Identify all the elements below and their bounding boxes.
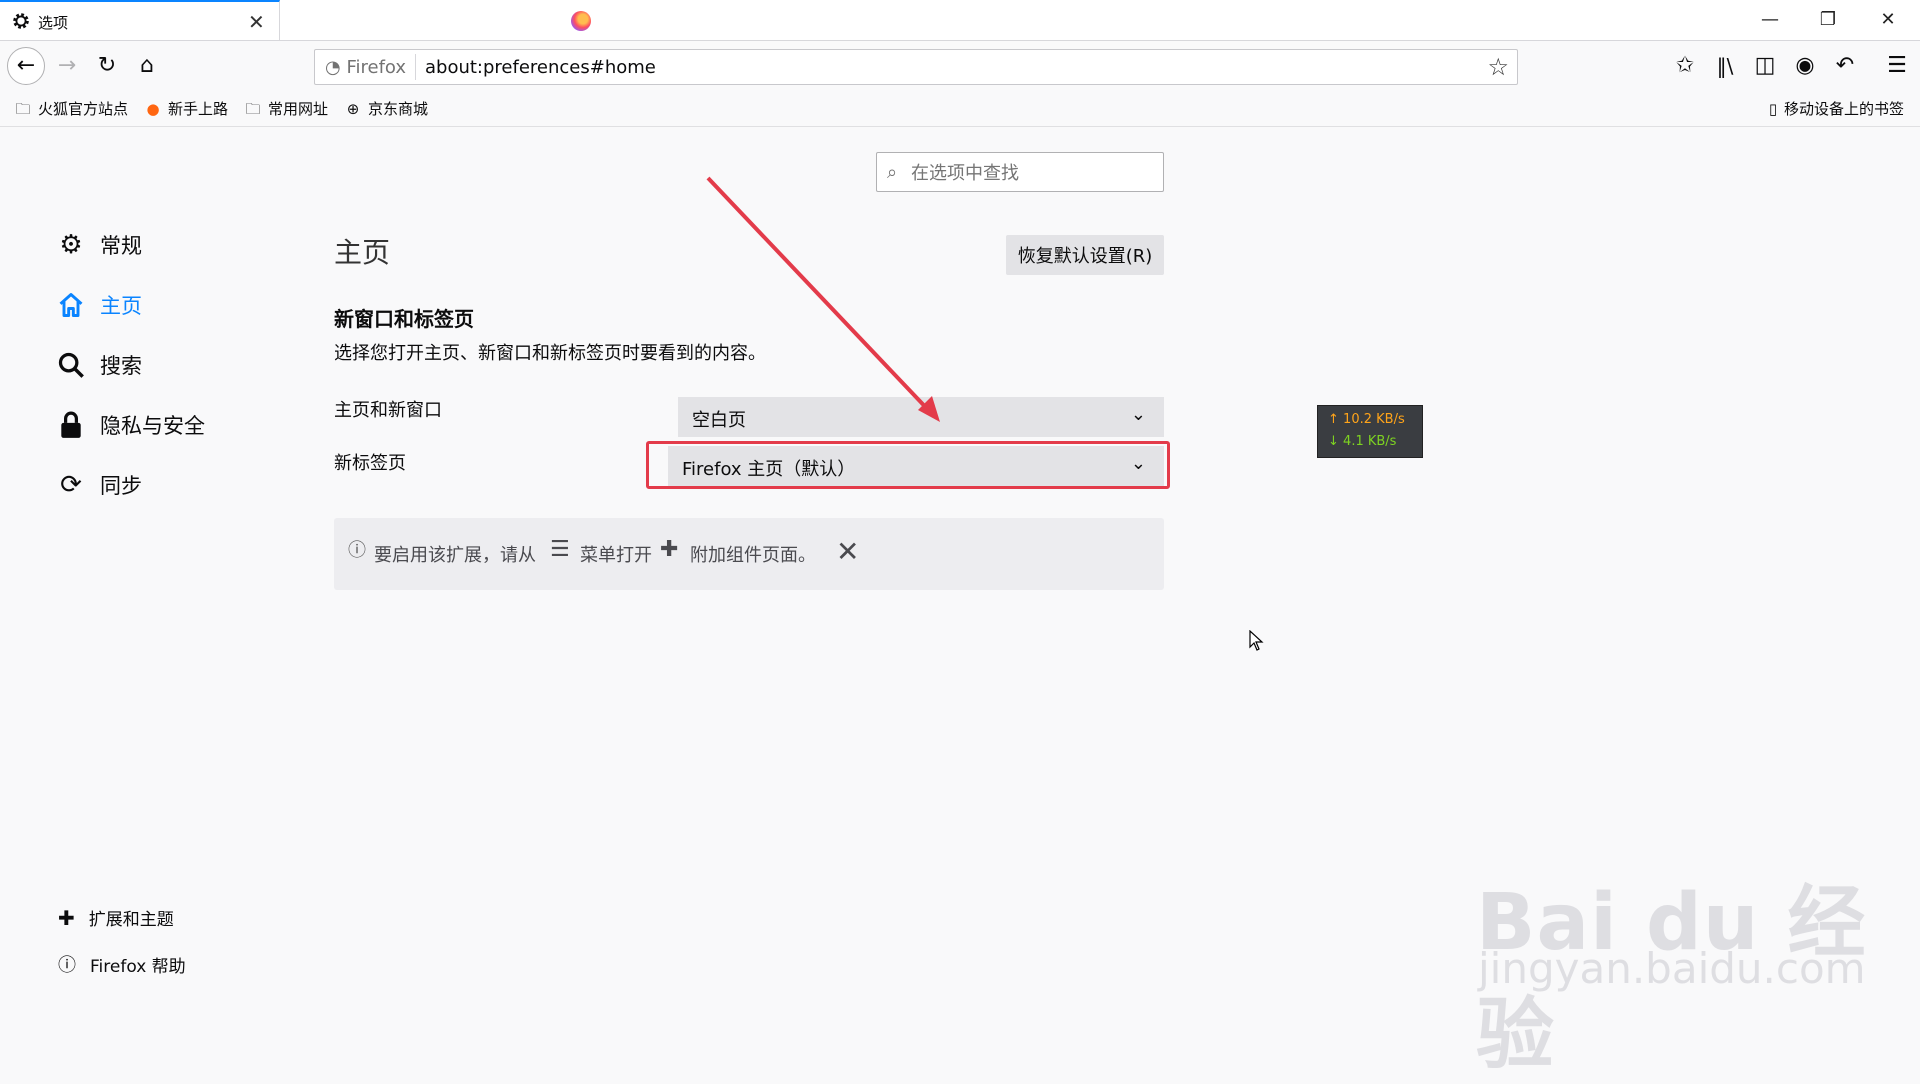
search-icon bbox=[56, 350, 86, 380]
bookmarks-toolbar: 🗀 火狐官方站点 ● 新手上路 🗀 常用网址 ⊕ 京东商城 ▯ 移动设备上的书签 bbox=[0, 92, 1920, 127]
account-button[interactable]: ◉ bbox=[1788, 49, 1822, 83]
home-icon bbox=[56, 290, 86, 320]
category-home[interactable]: 主页 bbox=[56, 290, 142, 320]
category-search[interactable]: 搜索 bbox=[56, 350, 142, 380]
url-bar[interactable]: ◔ Firefox about:preferences#home ☆ bbox=[314, 49, 1518, 85]
url-text[interactable]: about:preferences#home bbox=[425, 57, 656, 78]
sidebar-icon: ◫ bbox=[1754, 53, 1776, 78]
help-icon: ⓘ bbox=[58, 955, 76, 976]
firefox-icon: ● bbox=[146, 99, 160, 118]
arrow-up-icon: ↑ bbox=[1328, 412, 1339, 427]
reload-icon: ↻ bbox=[97, 53, 117, 78]
category-general[interactable]: ⚙ 常规 bbox=[56, 230, 142, 260]
highlight-box bbox=[646, 441, 1170, 489]
watermark-url: jingyan.baidu.com bbox=[1478, 944, 1866, 993]
info-icon: ⓘ bbox=[348, 540, 366, 561]
undo-button[interactable]: ↶ bbox=[1828, 49, 1862, 83]
mobile-device-icon: ▯ bbox=[1768, 99, 1778, 118]
restore-window-button[interactable]: ❐ bbox=[1808, 6, 1848, 34]
close-icon[interactable]: ✕ bbox=[836, 535, 859, 568]
hamburger-menu-icon: ☰ bbox=[1887, 53, 1907, 78]
arrow-right-icon: → bbox=[57, 53, 77, 78]
home-button[interactable]: ⌂ bbox=[130, 49, 164, 83]
forward-button[interactable]: → bbox=[50, 49, 84, 83]
firefox-icon: ◔ bbox=[325, 57, 341, 78]
tab-title: 选项 bbox=[38, 14, 69, 32]
puzzle-icon: ✚ bbox=[660, 537, 679, 562]
menu-button[interactable]: ☰ bbox=[1880, 49, 1914, 83]
star-list-icon: ✩ bbox=[1675, 53, 1695, 78]
reload-button[interactable]: ↻ bbox=[90, 49, 124, 83]
library-icon: ‖\ bbox=[1716, 54, 1734, 78]
navigation-toolbar: ← → ↻ ⌂ ◔ Firefox about:preferences#home… bbox=[0, 41, 1920, 91]
tab-strip: 选项 ✕ — ❐ ✕ bbox=[0, 0, 1920, 41]
account-icon: ◉ bbox=[1795, 53, 1815, 78]
home-icon: ⌂ bbox=[140, 53, 154, 78]
back-button[interactable]: ← bbox=[7, 47, 45, 85]
bookmark-item[interactable]: ● 新手上路 bbox=[144, 98, 228, 119]
puzzle-icon: ✚ bbox=[58, 905, 75, 930]
arrow-down-icon: ↓ bbox=[1328, 434, 1339, 449]
gear-icon: ⚙ bbox=[59, 230, 83, 260]
folder-icon: 🗀 bbox=[245, 99, 261, 118]
sidebar-toggle-button[interactable]: ◫ bbox=[1748, 49, 1782, 83]
annotation-arrow bbox=[706, 176, 940, 422]
section-title: 新窗口和标签页 bbox=[334, 307, 474, 331]
newtab-label: 新标签页 bbox=[334, 453, 406, 474]
arrow-left-icon: ← bbox=[16, 53, 36, 78]
sync-icon: ⟳ bbox=[60, 470, 82, 500]
hamburger-menu-icon: ☰ bbox=[550, 537, 570, 562]
tab-options[interactable]: 选项 ✕ bbox=[0, 0, 280, 40]
extensions-themes-link[interactable]: ✚ 扩展和主题 bbox=[58, 905, 174, 931]
tab-close-icon[interactable]: ✕ bbox=[248, 10, 265, 34]
firefox-logo-icon bbox=[571, 11, 591, 31]
bookmark-item[interactable]: 🗀 常用网址 bbox=[244, 98, 328, 119]
category-privacy[interactable]: 隐私与安全 bbox=[56, 410, 205, 440]
bookmark-item[interactable]: ⊕ 京东商城 bbox=[344, 98, 428, 119]
saved-to-pocket-button[interactable]: ✩ bbox=[1668, 49, 1702, 83]
lock-icon bbox=[56, 410, 86, 440]
mouse-cursor-icon bbox=[1249, 630, 1264, 651]
undo-arrow-icon: ↶ bbox=[1835, 53, 1855, 78]
restore-defaults-button[interactable]: 恢复默认设置(R) bbox=[1006, 235, 1164, 275]
homepage-label: 主页和新窗口 bbox=[334, 400, 442, 421]
category-sync[interactable]: ⟳ 同步 bbox=[56, 470, 142, 500]
extension-notice: ⓘ 要启用该扩展，请从 ☰ 菜单打开 ✚ 附加组件页面。 ✕ bbox=[334, 518, 1164, 590]
bookmark-star-icon[interactable]: ☆ bbox=[1487, 53, 1509, 81]
globe-icon: ⊕ bbox=[346, 99, 360, 118]
firefox-help-link[interactable]: ⓘ Firefox 帮助 bbox=[58, 951, 186, 977]
close-window-button[interactable]: ✕ bbox=[1868, 6, 1908, 34]
minimize-button[interactable]: — bbox=[1750, 6, 1790, 34]
url-separator bbox=[415, 54, 416, 80]
identity-label[interactable]: ◔ Firefox bbox=[325, 57, 406, 78]
gear-icon bbox=[13, 13, 29, 29]
mobile-bookmarks[interactable]: ▯ 移动设备上的书签 bbox=[1768, 98, 1904, 119]
folder-icon: 🗀 bbox=[15, 99, 31, 118]
chevron-down-icon: ⌄ bbox=[1130, 404, 1146, 425]
bookmark-item[interactable]: 🗀 火狐官方站点 bbox=[14, 98, 128, 119]
page-title: 主页 bbox=[334, 236, 391, 269]
network-speed-widget: ↑ 10.2 KB/s ↓ 4.1 KB/s bbox=[1317, 405, 1423, 458]
library-button[interactable]: ‖\ bbox=[1708, 49, 1742, 83]
